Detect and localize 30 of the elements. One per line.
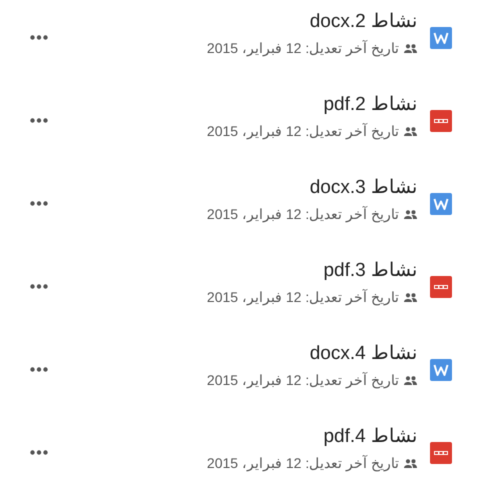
more-icon (30, 450, 48, 455)
modified-date: تاريخ آخر تعديل: 12 فبراير، 2015 (206, 38, 399, 58)
people-icon (404, 126, 417, 136)
file-name[interactable]: نشاط 2.docx (310, 10, 417, 32)
modified-date: تاريخ آخر تعديل: 12 فبراير، 2015 (206, 370, 399, 390)
modified-date: تاريخ آخر تعديل: 12 فبراير، 2015 (206, 288, 399, 308)
people-icon (404, 376, 417, 384)
word-document-icon (430, 358, 452, 380)
people-icon (404, 292, 417, 302)
word-document-icon (430, 192, 452, 214)
more-icon (30, 118, 48, 123)
word-document-icon (430, 26, 452, 48)
pdf-document-icon (430, 442, 452, 464)
modified-date: تاريخ آخر تعديل: 12 فبراير، 2015 (206, 122, 399, 142)
people-icon (404, 458, 417, 468)
pdf-document-icon (430, 276, 452, 298)
pdf-document-icon (430, 110, 452, 132)
file-name[interactable]: نشاط 4.pdf (323, 426, 417, 448)
more-icon (30, 35, 48, 40)
file-name[interactable]: نشاط 3.pdf (323, 260, 417, 282)
people-icon (404, 44, 417, 52)
people-icon (404, 210, 417, 218)
modified-date: تاريخ آخر تعديل: 12 فبراير، 2015 (206, 454, 399, 474)
file-name[interactable]: نشاط 2.pdf (323, 94, 417, 116)
file-name[interactable]: نشاط 3.docx (310, 176, 417, 198)
more-icon (30, 367, 48, 372)
more-icon (30, 201, 48, 206)
more-icon (30, 284, 48, 289)
modified-date: تاريخ آخر تعديل: 12 فبراير، 2015 (206, 204, 399, 224)
file-name[interactable]: نشاط 4.docx (310, 342, 417, 364)
